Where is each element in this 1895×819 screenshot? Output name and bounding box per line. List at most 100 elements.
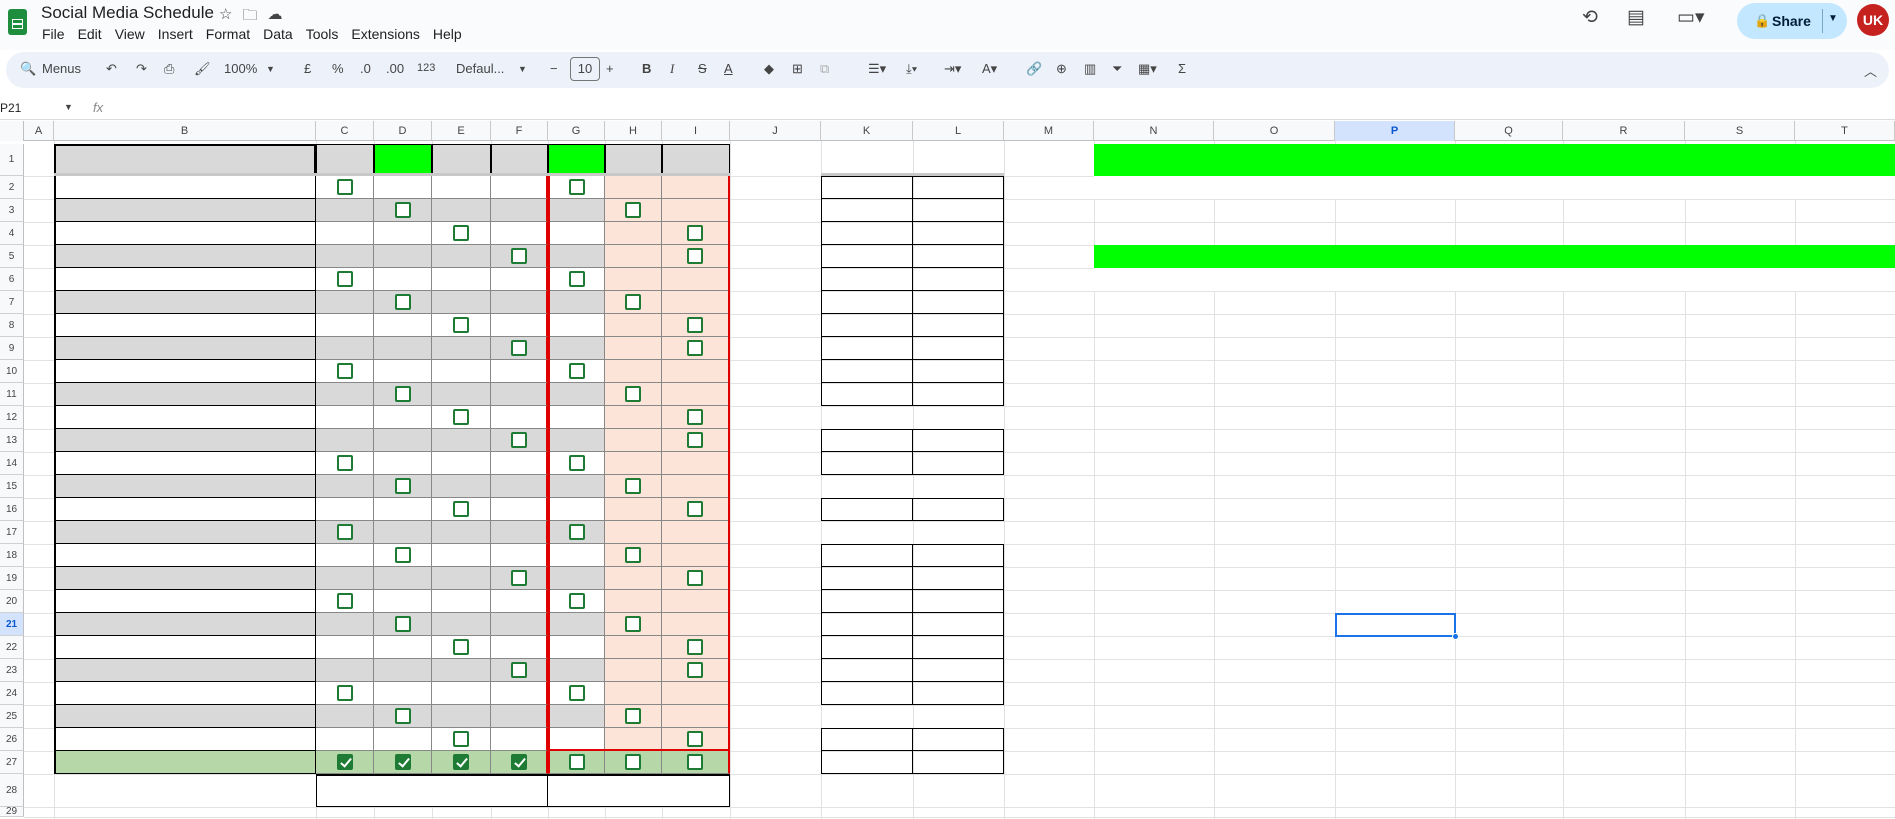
day-cell[interactable] [548, 199, 605, 222]
column-header-o[interactable]: O [1214, 121, 1335, 141]
functions-icon[interactable]: Σ [1178, 61, 1186, 76]
day-cell[interactable] [316, 498, 374, 521]
day-cell[interactable] [605, 176, 662, 199]
day-cell[interactable] [491, 429, 548, 452]
avatar[interactable]: UK [1857, 4, 1889, 36]
day-cell[interactable] [605, 567, 662, 590]
day-cell[interactable] [605, 314, 662, 337]
day-cell[interactable] [491, 406, 548, 429]
day-cell[interactable] [432, 245, 491, 268]
page-name-cell[interactable] [54, 682, 316, 705]
likes-cell[interactable] [821, 567, 913, 590]
select-all-corner[interactable] [0, 121, 24, 141]
day-cell[interactable] [662, 590, 730, 613]
day-cell[interactable] [316, 590, 374, 613]
font-select[interactable]: Defaul... [456, 61, 504, 76]
day-cell[interactable] [432, 291, 491, 314]
followers-cell[interactable] [913, 567, 1004, 590]
followers-cell[interactable] [913, 613, 1004, 636]
day-cell[interactable] [662, 360, 730, 383]
day-cell[interactable] [548, 682, 605, 705]
day-cell[interactable] [662, 314, 730, 337]
likes-cell[interactable] [821, 613, 913, 636]
day-cell[interactable] [662, 337, 730, 360]
page-name-cell[interactable] [54, 222, 316, 245]
checkbox[interactable] [510, 570, 527, 586]
column-header-b[interactable]: B [54, 121, 316, 141]
day-cell[interactable] [491, 498, 548, 521]
day-cell[interactable] [548, 636, 605, 659]
row-header[interactable]: 23 [0, 659, 24, 682]
checkbox[interactable] [687, 409, 703, 425]
insert-comment-icon[interactable]: ⊕ [1056, 61, 1067, 77]
day-cell[interactable] [548, 268, 605, 291]
day-cell[interactable] [491, 337, 548, 360]
more-formats-button[interactable]: 123 [417, 62, 435, 74]
day-cell[interactable] [662, 751, 730, 774]
likes-cell[interactable] [821, 291, 913, 314]
day-cell[interactable] [316, 475, 374, 498]
page-name-cell[interactable] [54, 268, 316, 291]
followers-cell[interactable] [913, 452, 1004, 475]
strikethrough-icon[interactable]: S [698, 61, 707, 76]
menu-format[interactable]: Format [206, 26, 250, 42]
page-name-cell[interactable] [54, 613, 316, 636]
row-header[interactable]: 16 [0, 498, 24, 521]
likes-cell[interactable] [821, 222, 913, 245]
checkbox[interactable] [510, 248, 527, 264]
followers-cell[interactable] [913, 636, 1004, 659]
checkbox[interactable] [625, 547, 641, 563]
menu-file[interactable]: File [42, 26, 65, 42]
row-header[interactable]: 29 [0, 806, 24, 817]
checkbox[interactable] [336, 179, 353, 195]
followers-cell[interactable] [913, 682, 1004, 705]
day-cell[interactable] [605, 222, 662, 245]
row-header[interactable]: 6 [0, 268, 24, 291]
share-dropdown-icon[interactable]: ▼ [1828, 13, 1838, 24]
likes-cell[interactable] [821, 659, 913, 682]
day-cell[interactable] [316, 406, 374, 429]
likes-cell[interactable] [821, 590, 913, 613]
column-header-s[interactable]: S [1685, 121, 1795, 141]
day-cell[interactable] [605, 705, 662, 728]
font-dropdown-icon[interactable]: ▼ [518, 64, 527, 74]
column-header-n[interactable]: N [1094, 121, 1214, 141]
horizontal-align-icon[interactable]: ☰▾ [868, 61, 886, 77]
page-name-cell[interactable] [54, 314, 316, 337]
row-header[interactable]: 4 [0, 222, 24, 245]
followers-cell[interactable] [913, 291, 1004, 314]
collapse-toolbar-icon[interactable]: ︿ [1864, 61, 1877, 80]
day-cell[interactable] [491, 383, 548, 406]
checkbox[interactable] [625, 754, 641, 770]
name-box[interactable]: P21 [0, 101, 21, 115]
column-header-t[interactable]: T [1795, 121, 1895, 141]
font-size-input[interactable]: 10 [570, 57, 600, 81]
row-header[interactable]: 13 [0, 429, 24, 452]
checkbox[interactable] [394, 547, 411, 563]
comments-icon[interactable]: ▤ [1627, 6, 1645, 29]
day-cell[interactable] [662, 567, 730, 590]
day-cell[interactable] [605, 590, 662, 613]
bold-icon[interactable]: B [642, 61, 651, 76]
checkbox[interactable] [687, 340, 703, 356]
checkbox[interactable] [687, 731, 703, 747]
day-cell[interactable] [548, 613, 605, 636]
day-cell[interactable] [316, 728, 374, 751]
followers-cell[interactable] [913, 245, 1004, 268]
day-cell[interactable] [662, 245, 730, 268]
day-cell[interactable] [316, 383, 374, 406]
day-cell[interactable] [432, 475, 491, 498]
day-cell[interactable] [374, 222, 432, 245]
menu-extensions[interactable]: Extensions [351, 26, 419, 42]
checkbox[interactable] [625, 478, 641, 494]
day-cell[interactable] [605, 751, 662, 774]
day-cell[interactable] [491, 590, 548, 613]
day-cell[interactable] [374, 590, 432, 613]
checkbox[interactable] [394, 202, 411, 218]
day-cell[interactable] [316, 613, 374, 636]
checkbox[interactable] [569, 179, 585, 195]
day-cell[interactable] [432, 567, 491, 590]
checkbox[interactable] [569, 271, 585, 287]
percent-button[interactable]: % [332, 61, 344, 76]
day-cell[interactable] [432, 544, 491, 567]
